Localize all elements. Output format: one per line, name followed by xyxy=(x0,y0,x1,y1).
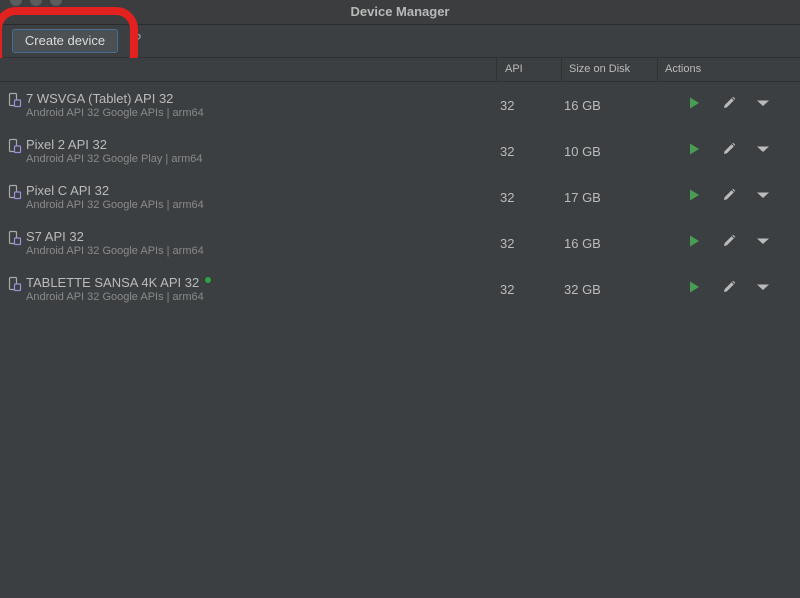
device-description: Android API 32 Google APIs | arm64 xyxy=(26,199,204,211)
device-row[interactable]: S7 API 32 Android API 32 Google APIs | ar… xyxy=(0,220,800,266)
column-header-actions: Actions xyxy=(665,63,702,75)
device-name-text: 7 WSVGA (Tablet) API 32 xyxy=(26,91,174,106)
pencil-icon[interactable] xyxy=(721,95,737,111)
device-name: Pixel C API 32 xyxy=(26,183,109,198)
play-icon[interactable] xyxy=(686,141,702,157)
device-name: Pixel 2 API 32 xyxy=(26,137,107,152)
size-on-disk: 16 GB xyxy=(564,236,601,251)
device-description: Android API 32 Google APIs | arm64 xyxy=(26,107,204,119)
chevron-down-icon[interactable] xyxy=(755,187,771,203)
size-on-disk: 32 GB xyxy=(564,282,601,297)
device-name-text: Pixel C API 32 xyxy=(26,183,110,198)
chevron-down-icon[interactable] xyxy=(755,279,771,295)
pencil-icon[interactable] xyxy=(721,187,737,203)
size-on-disk: 17 GB xyxy=(564,190,601,205)
chevron-down-icon[interactable] xyxy=(755,141,771,157)
device-description: Android API 32 Google APIs | arm64 xyxy=(26,245,204,257)
device-row[interactable]: Pixel 2 API 32 Android API 32 Google Play… xyxy=(0,128,800,174)
device-icon xyxy=(8,138,22,154)
column-header-api[interactable]: API xyxy=(497,58,561,81)
device-icon xyxy=(8,184,22,200)
device-description: Android API 32 Google APIs | arm64 xyxy=(26,291,204,303)
api-level: 32 xyxy=(500,190,515,205)
device-name: TABLETTE SANSA 4K API 32 xyxy=(26,275,212,290)
size-on-disk: 10 GB xyxy=(564,144,601,159)
chevron-down-icon[interactable] xyxy=(755,233,771,249)
device-name: 7 WSVGA (Tablet) API 32 xyxy=(26,91,173,106)
title-bar: Device Manager xyxy=(0,0,800,25)
create-device-button[interactable]: Create device xyxy=(12,29,118,53)
api-level: 32 xyxy=(500,144,515,159)
device-row[interactable]: Pixel C API 32 Android API 32 Google APIs… xyxy=(0,174,800,220)
api-level: 32 xyxy=(500,98,515,113)
pencil-icon[interactable] xyxy=(721,233,737,249)
device-name: S7 API 32 xyxy=(26,229,84,244)
toolbar: Create device ? xyxy=(0,25,800,58)
chevron-down-icon[interactable] xyxy=(755,95,771,111)
api-level: 32 xyxy=(500,236,515,251)
play-icon[interactable] xyxy=(686,279,702,295)
api-level: 32 xyxy=(500,282,515,297)
help-icon[interactable]: ? xyxy=(134,31,141,46)
pencil-icon[interactable] xyxy=(721,279,737,295)
running-status-dot-icon xyxy=(205,277,212,283)
column-header-size[interactable]: Size on Disk xyxy=(561,58,657,81)
device-name-text: Pixel 2 API 32 xyxy=(26,137,107,152)
play-icon[interactable] xyxy=(686,187,702,203)
play-icon[interactable] xyxy=(686,233,702,249)
device-name-text: TABLETTE SANSA 4K API 32 xyxy=(26,275,200,290)
device-row[interactable]: 7 WSVGA (Tablet) API 32 Android API 32 Go… xyxy=(0,82,800,128)
device-icon xyxy=(8,230,22,246)
device-icon xyxy=(8,276,22,292)
size-on-disk: 16 GB xyxy=(564,98,601,113)
device-manager-window: Device Manager Create device ? API Size … xyxy=(0,0,800,598)
device-name-text: S7 API 32 xyxy=(26,229,84,244)
pencil-icon[interactable] xyxy=(721,141,737,157)
play-icon[interactable] xyxy=(686,95,702,111)
device-row[interactable]: TABLETTE SANSA 4K API 32 Android API 32 G… xyxy=(0,266,800,312)
device-list: 7 WSVGA (Tablet) API 32 Android API 32 Go… xyxy=(0,82,800,312)
device-description: Android API 32 Google Play | arm64 xyxy=(26,153,203,165)
column-header-device[interactable] xyxy=(0,58,497,81)
device-icon xyxy=(8,92,22,108)
window-title: Device Manager xyxy=(350,4,450,19)
table-header: API Size on Disk Actions xyxy=(0,58,800,82)
